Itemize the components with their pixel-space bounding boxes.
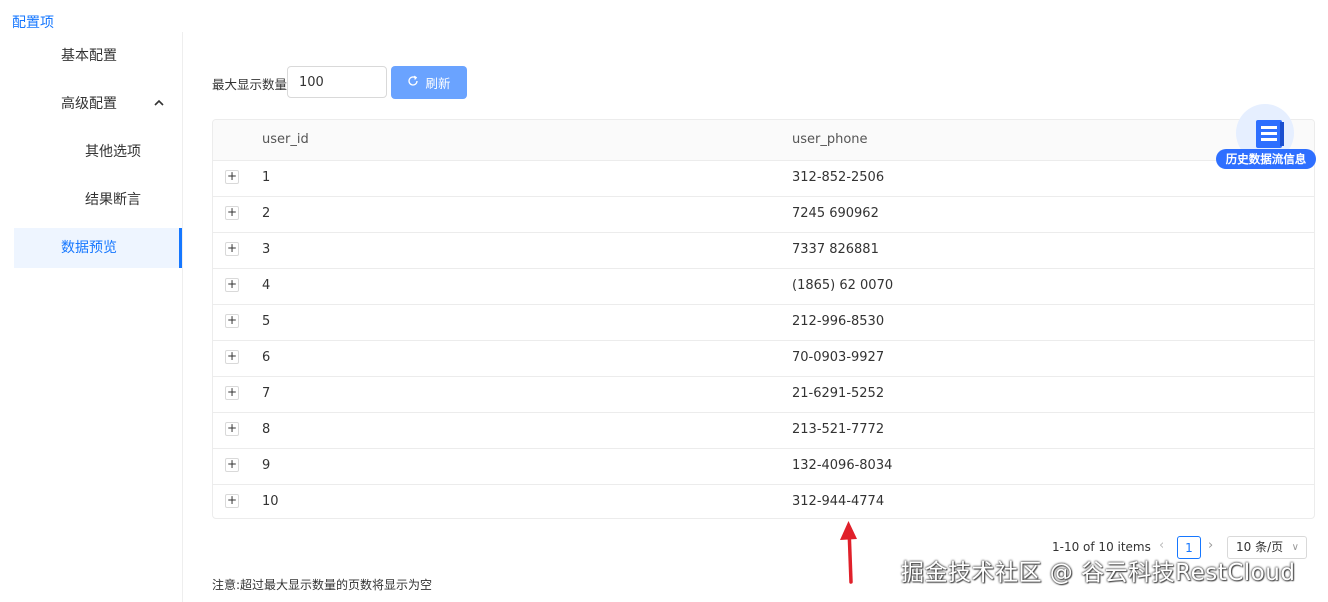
pagination-prev-button[interactable]: ‹ — [1159, 538, 1164, 553]
cell-user-id: 3 — [262, 242, 271, 257]
table-row: +4 (1865) 62 0070 — [213, 268, 1314, 305]
table-row: +7 21-6291-5252 — [213, 376, 1314, 413]
expand-row-button[interactable]: + — [225, 458, 239, 472]
expand-row-button[interactable]: + — [225, 386, 239, 400]
config-title: 配置项 — [12, 15, 54, 31]
table-row: +5 212-996-8530 — [213, 304, 1314, 341]
sidebar-item-result-assertion[interactable]: 结果断言 — [14, 180, 182, 220]
sidebar-item-label: 高级配置 — [61, 96, 117, 112]
sidebar: 基本配置 高级配置 其他选项 结果断言 数据预览 — [0, 32, 183, 602]
watermark: 掘金技术社区 @ 谷云科技RestCloud — [901, 560, 1296, 586]
table-row: +9 132-4096-8034 — [213, 448, 1314, 485]
pagination-next-button[interactable]: › — [1208, 538, 1213, 553]
sidebar-item-label: 数据预览 — [61, 240, 117, 256]
cell-user-phone: 21-6291-5252 — [792, 386, 885, 401]
sidebar-item-label: 基本配置 — [61, 48, 117, 64]
table-row: +2 7245 690962 — [213, 196, 1314, 233]
cell-user-id: 8 — [262, 422, 271, 437]
history-dataflow-widget[interactable]: 历史数据流信息 — [1216, 104, 1316, 170]
cell-user-phone: 7337 826881 — [792, 242, 879, 257]
table-row: +8 213-521-7772 — [213, 412, 1314, 449]
expand-row-button[interactable]: + — [225, 422, 239, 436]
refresh-button[interactable]: 刷新 — [391, 66, 467, 99]
cell-user-phone: 312-852-2506 — [792, 170, 885, 185]
expand-row-button[interactable]: + — [225, 278, 239, 292]
pagination-total: 1-10 of 10 items — [1052, 540, 1151, 554]
sidebar-item-basic-config[interactable]: 基本配置 — [14, 36, 182, 76]
sidebar-item-label: 其他选项 — [85, 144, 141, 160]
history-label: 历史数据流信息 — [1216, 149, 1316, 169]
cell-user-phone: 70-0903-9927 — [792, 350, 885, 365]
cell-user-id: 2 — [262, 206, 271, 221]
table-row: +1 312-852-2506 — [213, 160, 1314, 197]
cell-user-phone: 213-521-7772 — [792, 422, 885, 437]
cell-user-id: 7 — [262, 386, 271, 401]
column-header-user-phone[interactable]: user_phone — [792, 120, 868, 160]
expand-row-button[interactable]: + — [225, 206, 239, 220]
expand-row-button[interactable]: + — [225, 314, 239, 328]
refresh-icon — [407, 75, 419, 90]
cell-user-id: 10 — [262, 494, 279, 509]
cell-user-id: 1 — [262, 170, 271, 185]
cell-user-id: 4 — [262, 278, 271, 293]
table-row: +10 312-944-4774 — [213, 484, 1314, 518]
sidebar-item-data-preview[interactable]: 数据预览 — [14, 228, 182, 268]
cell-user-id: 9 — [262, 458, 271, 473]
max-display-input[interactable] — [287, 66, 387, 98]
expand-row-button[interactable]: + — [225, 494, 239, 508]
cell-user-phone: 132-4096-8034 — [792, 458, 893, 473]
sidebar-item-other-options[interactable]: 其他选项 — [14, 132, 182, 172]
table-row: +6 70-0903-9927 — [213, 340, 1314, 377]
expand-row-button[interactable]: + — [225, 242, 239, 256]
page-size-value: 10 条/页 — [1236, 540, 1284, 554]
cell-user-phone: 212-996-8530 — [792, 314, 885, 329]
sidebar-item-advanced-config[interactable]: 高级配置 — [14, 84, 182, 124]
cell-user-phone: 312-944-4774 — [792, 494, 885, 509]
sidebar-item-label: 结果断言 — [85, 192, 141, 208]
column-header-user-id[interactable]: user_id — [262, 120, 309, 160]
cell-user-id: 5 — [262, 314, 271, 329]
table-row: +3 7337 826881 — [213, 232, 1314, 269]
chevron-up-icon — [154, 84, 164, 124]
notice-text: 注意:超过最大显示数量的页数将显示为空 — [212, 578, 433, 592]
expand-row-button[interactable]: + — [225, 170, 239, 184]
table-header: user_id user_phone — [213, 120, 1314, 161]
cell-user-phone: 7245 690962 — [792, 206, 879, 221]
data-table: user_id user_phone +1 312-852-2506 +2 7245 … — [212, 119, 1315, 519]
red-arrow-annotation — [840, 521, 857, 584]
expand-row-button[interactable]: + — [225, 350, 239, 364]
max-display-label: 最大显示数量: — [212, 77, 292, 92]
refresh-label: 刷新 — [425, 76, 451, 91]
cell-user-phone: (1865) 62 0070 — [792, 278, 894, 293]
cell-user-id: 6 — [262, 350, 271, 365]
